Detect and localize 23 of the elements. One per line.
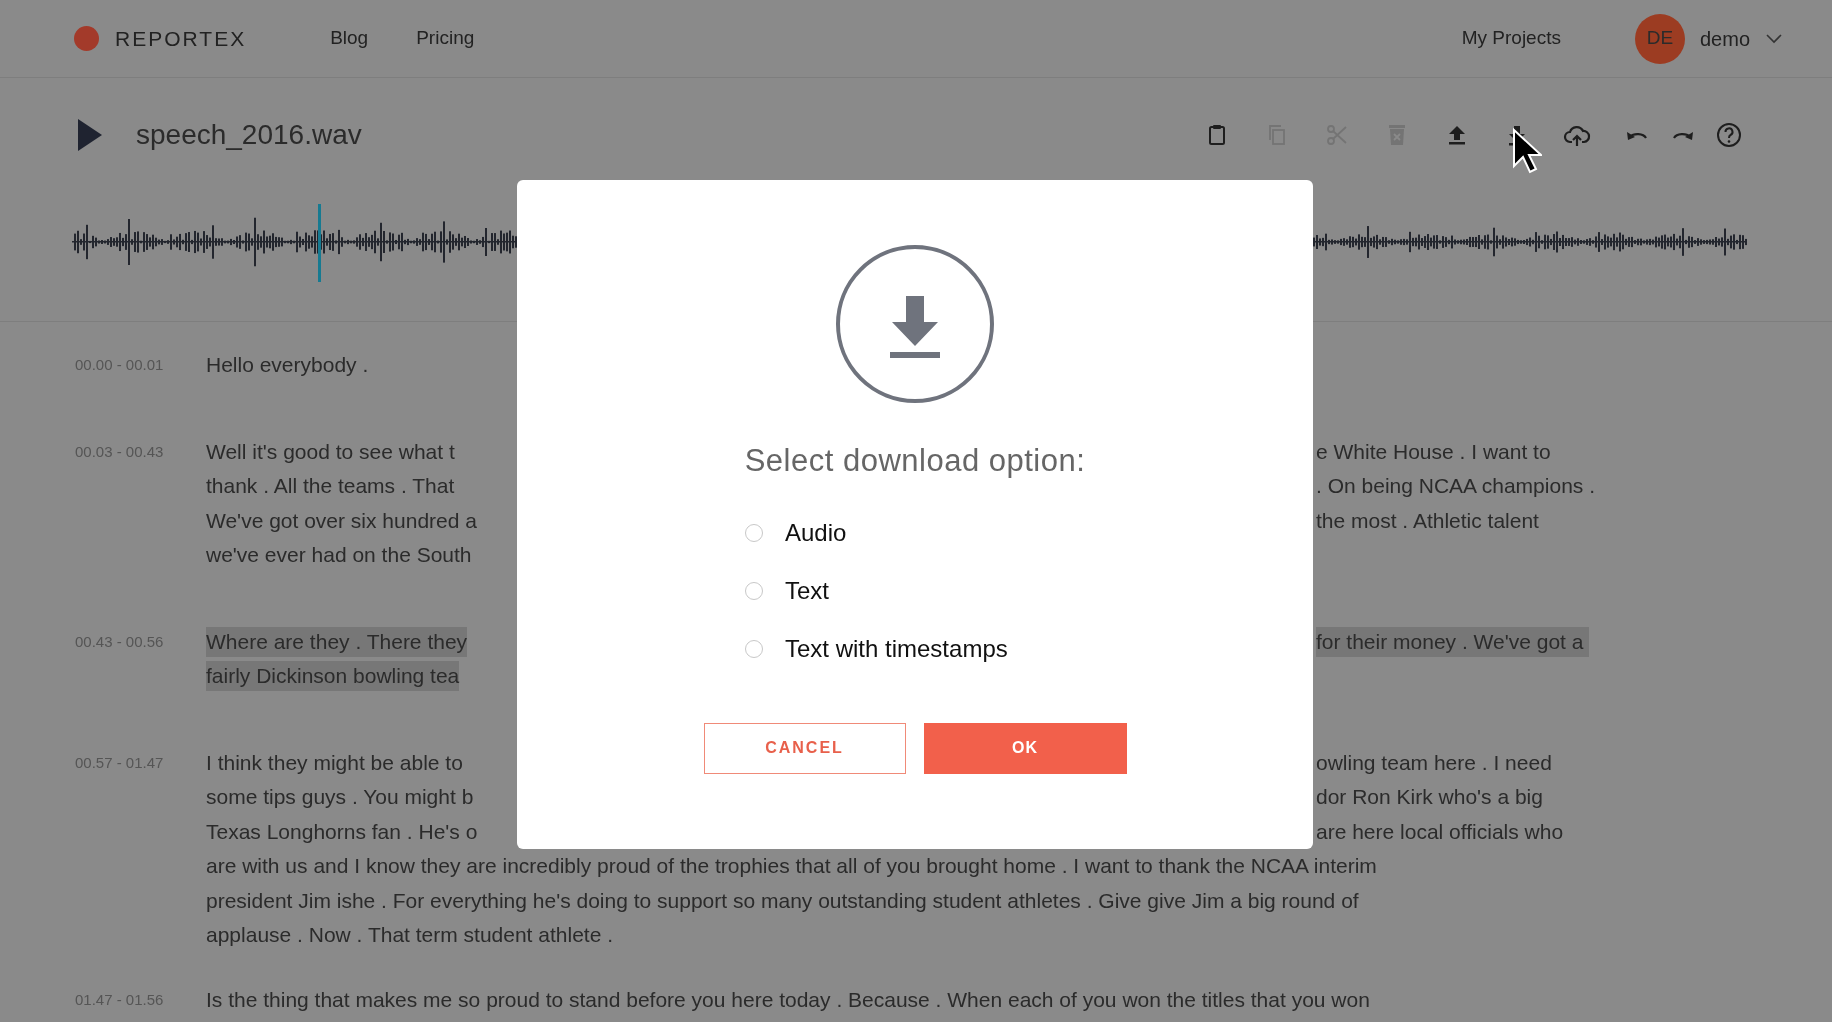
nav-link[interactable]: Blog <box>330 24 369 53</box>
logo-icon <box>74 26 99 51</box>
brand-name: REPORTEX <box>115 25 247 52</box>
my-projects-link[interactable]: My Projects <box>1461 24 1561 53</box>
ok-button[interactable]: OK <box>923 722 1127 774</box>
user-menu[interactable]: DE demo <box>1634 13 1782 64</box>
help-icon[interactable] <box>1716 122 1742 148</box>
file-name: speech_2016.wav <box>136 118 362 152</box>
nav-link[interactable]: Pricing <box>416 24 475 53</box>
cancel-button[interactable]: CANCEL <box>703 722 906 774</box>
chevron-down-icon <box>1766 33 1782 44</box>
radio-option[interactable]: Audio <box>745 514 1105 551</box>
play-button[interactable] <box>76 118 104 152</box>
user-avatar: DE <box>1634 13 1685 64</box>
dialog-title: Select download option: <box>744 442 1086 480</box>
user-name: demo <box>1699 26 1750 52</box>
transcript-text: for their money . We've got a <box>1316 626 1590 657</box>
transcript-text: fairly Dickinson bowling tea <box>206 661 460 692</box>
transcript-text: Where are they . There they <box>206 626 468 657</box>
mouse-cursor-icon <box>1512 128 1542 174</box>
radio-option[interactable]: Text <box>745 572 1105 609</box>
download-icon <box>835 244 995 404</box>
radio-option[interactable]: Text with timestamps <box>745 630 1105 667</box>
